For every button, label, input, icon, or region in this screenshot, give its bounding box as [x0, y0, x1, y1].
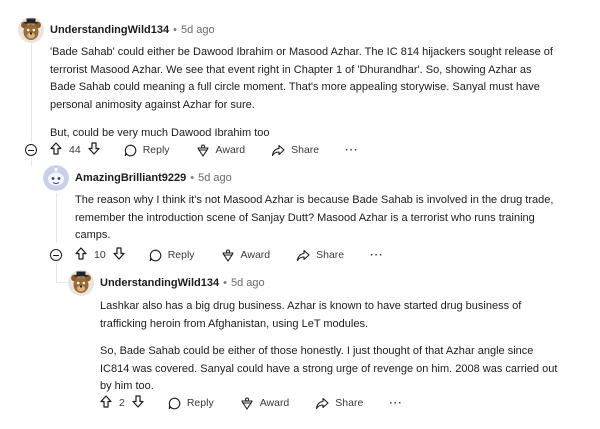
- comment-meta: AmazingBrilliant9229 • 5d ago: [75, 172, 232, 184]
- vote-count: 10: [94, 249, 106, 261]
- timestamp[interactable]: 5d ago: [181, 24, 215, 36]
- vote-count: 44: [69, 144, 81, 156]
- share-button[interactable]: Share: [315, 397, 363, 410]
- comment-paragraph: Lashkar also has a big drug business. Az…: [100, 300, 522, 330]
- vote-count: 2: [119, 397, 125, 409]
- share-label: Share: [335, 397, 364, 409]
- comment-meta: UnderstandingWild134 • 5d ago: [100, 277, 265, 289]
- username[interactable]: AmazingBrilliant9229: [75, 172, 186, 184]
- reply-label: Reply: [142, 144, 170, 156]
- downvote-icon[interactable]: [88, 142, 100, 158]
- reply-button[interactable]: Reply: [168, 397, 214, 410]
- vote-group: 10: [75, 247, 125, 263]
- comment-actions: 2 Reply Award Share ···: [100, 395, 403, 411]
- upvote-icon[interactable]: [50, 142, 62, 158]
- downvote-icon[interactable]: [132, 395, 144, 411]
- separator-dot: •: [223, 277, 227, 289]
- share-label: Share: [291, 144, 320, 156]
- comment-body: The reason why I think it's not Masood A…: [75, 192, 565, 245]
- award-button[interactable]: Award: [240, 397, 290, 410]
- comment-bubble-icon: [149, 249, 162, 262]
- upvote-icon[interactable]: [100, 395, 112, 411]
- more-options-button[interactable]: ···: [389, 397, 403, 409]
- collapse-thread-button[interactable]: [25, 144, 37, 156]
- username[interactable]: UnderstandingWild134: [50, 24, 169, 36]
- comment-actions: 10 Reply Award Share ···: [75, 247, 384, 263]
- reply-label: Reply: [186, 397, 214, 409]
- comment-paragraph: But, could be very much Dawood Ibrahim t…: [50, 127, 270, 139]
- vote-group: 44: [50, 142, 100, 158]
- share-icon: [296, 249, 310, 262]
- award-icon: [196, 144, 210, 157]
- freddy-bear-avatar[interactable]: [18, 17, 44, 43]
- comment-meta: UnderstandingWild134 • 5d ago: [50, 24, 215, 36]
- reply-label: Reply: [167, 249, 195, 261]
- comment-bubble-icon: [124, 144, 137, 157]
- share-button[interactable]: Share: [296, 249, 344, 262]
- collapse-thread-button[interactable]: [50, 249, 62, 261]
- more-options-button[interactable]: ···: [345, 144, 359, 156]
- award-label: Award: [215, 144, 246, 156]
- reply-button[interactable]: Reply: [124, 144, 170, 157]
- thread-line: [31, 36, 32, 142]
- reply-button[interactable]: Reply: [149, 249, 195, 262]
- comment-bubble-icon: [168, 397, 181, 410]
- comment-body: 'Bade Sahab' could either be Dawood Ibra…: [50, 44, 560, 143]
- award-button[interactable]: Award: [221, 249, 271, 262]
- award-icon: [240, 397, 254, 410]
- timestamp[interactable]: 5d ago: [231, 277, 265, 289]
- award-icon: [221, 249, 235, 262]
- share-button[interactable]: Share: [271, 144, 319, 157]
- downvote-icon[interactable]: [113, 247, 125, 263]
- comment-body: Lashkar also has a big drug business. Az…: [100, 298, 565, 396]
- thread-line: [56, 262, 57, 282]
- award-label: Award: [240, 249, 271, 261]
- award-button[interactable]: Award: [196, 144, 246, 157]
- upvote-icon[interactable]: [75, 247, 87, 263]
- separator-dot: •: [190, 172, 195, 184]
- thread-line: [31, 156, 32, 166]
- comment-paragraph: 'Bade Sahab' could either be Dawood Ibra…: [50, 46, 553, 111]
- comment-paragraph: The reason why I think it's not Masood A…: [75, 194, 554, 241]
- freddy-bear-avatar[interactable]: [68, 270, 94, 296]
- share-label: Share: [316, 249, 345, 261]
- timestamp[interactable]: 5d ago: [198, 172, 232, 184]
- separator-dot: •: [173, 24, 177, 36]
- thread-line: [56, 193, 57, 243]
- vote-group: 2: [100, 395, 144, 411]
- comment-paragraph: So, Bade Sahab could be either of those …: [100, 345, 558, 392]
- more-options-button[interactable]: ···: [370, 249, 384, 261]
- snoo-avatar[interactable]: [43, 165, 69, 191]
- username[interactable]: UnderstandingWild134: [100, 277, 219, 289]
- comment-actions: 44 Reply Award Share ···: [50, 142, 359, 158]
- share-icon: [315, 397, 329, 410]
- award-label: Award: [259, 397, 290, 409]
- share-icon: [271, 144, 285, 157]
